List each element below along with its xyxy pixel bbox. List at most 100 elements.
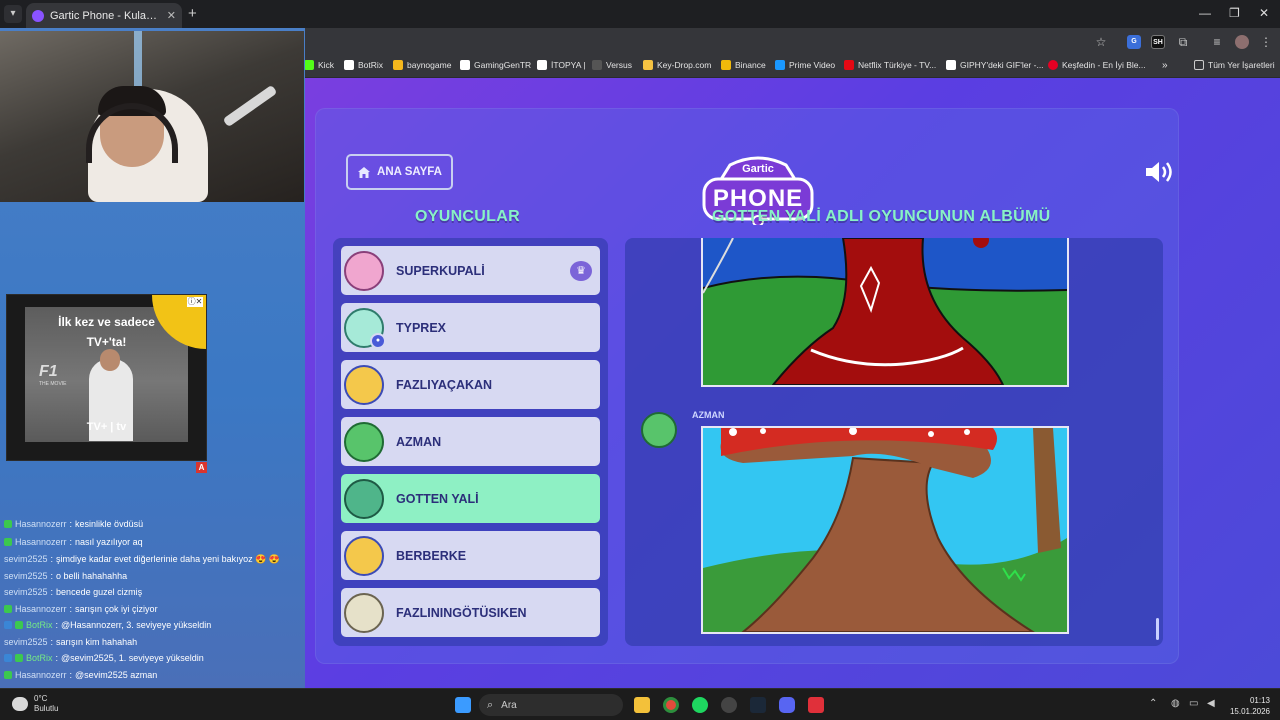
sound-button[interactable]: [1144, 159, 1176, 185]
chrome-icon[interactable]: [663, 697, 679, 713]
bookmark-item[interactable]: Binance: [721, 60, 766, 70]
player-name: GOTTEN YALİ: [396, 491, 479, 506]
chat-username: sevim2525: [4, 554, 48, 564]
player-item[interactable]: FAZLIYAÇAKAN: [341, 360, 600, 409]
tab-search-icon[interactable]: ▾: [4, 5, 22, 23]
windows-start-icon[interactable]: [455, 697, 471, 713]
player-item[interactable]: ● TYPREX: [341, 303, 600, 352]
restore-icon[interactable]: ❐: [1229, 6, 1240, 20]
bookmark-label: baynogame: [407, 60, 452, 70]
chat-message: Hasannozerr: @sevim2525 azman: [4, 667, 157, 683]
weather-temp: 0°C: [34, 694, 48, 703]
game-viewport: ANA SAYFA Gartic PHONE OYUNCULAR GOTTEN …: [305, 78, 1280, 688]
bookmark-item[interactable]: Keşfedin - En İyi Ble...: [1048, 60, 1146, 70]
players-list: SUPERKUPALİ ♛ ● TYPREX FAZLIYAÇAKAN AZMA…: [333, 238, 608, 646]
bookmark-label: Versus: [606, 60, 632, 70]
cloud-icon: [12, 697, 28, 711]
volume-icon[interactable]: ◀: [1207, 698, 1215, 709]
extension-icon[interactable]: SH: [1151, 35, 1165, 49]
ad-badge: A: [196, 462, 207, 473]
bookmark-item[interactable]: GIPHY'deki GIF'ler -...: [946, 60, 1044, 70]
spectator-icon: ●: [370, 332, 386, 349]
all-bookmarks-label: Tüm Yer İşaretleri: [1208, 60, 1275, 70]
taskbar-clock[interactable]: 01:13 15.01.2026: [1226, 695, 1270, 717]
chat-text: bencede guzel cizmiş: [56, 587, 143, 597]
more-menu-icon[interactable]: ⋮: [1259, 35, 1273, 49]
bookmark-item[interactable]: Netflix Türkiye - TV...: [844, 60, 936, 70]
bookmark-star-icon[interactable]: ☆: [1094, 35, 1108, 49]
steam-icon[interactable]: [750, 697, 766, 713]
chat-badge-icon: [4, 605, 12, 613]
weather-text: 0°C Bulutlu: [34, 694, 58, 714]
bookmark-item[interactable]: Prime Video: [775, 60, 835, 70]
weather-widget[interactable]: 0°C Bulutlu: [12, 694, 58, 714]
album-viewer[interactable]: AZMAN: [625, 238, 1163, 646]
player-item[interactable]: GOTTEN YALİ: [341, 474, 600, 523]
puzzle-extensions-icon[interactable]: ⧉: [1176, 35, 1190, 49]
bookmark-label: GamingGenTR: [474, 60, 532, 70]
chat-separator: :: [50, 637, 54, 647]
bookmarks-overflow-button[interactable]: »: [1162, 60, 1168, 71]
luchador-avatar-icon: [344, 364, 384, 405]
player-name: BERBERKE: [396, 548, 467, 563]
bookmark-item[interactable]: GamingGenTR: [460, 60, 531, 70]
pig-avatar-icon: [344, 250, 384, 291]
chat-separator: :: [50, 587, 54, 597]
chat-separator: :: [69, 604, 73, 614]
bookmark-label: Binance: [735, 60, 766, 70]
microphone-icon[interactable]: ◍: [1171, 698, 1180, 709]
all-bookmarks-folder[interactable]: Tüm Yer İşaretleri: [1194, 60, 1275, 70]
bookmark-favicon-icon: [1048, 60, 1058, 70]
bookmark-item[interactable]: Kick: [304, 60, 334, 70]
advertisement[interactable]: İlk kez ve sadece TV+'ta! F1 THE MOVIE T…: [6, 294, 207, 461]
taskbar-search[interactable]: ⌕ Ara: [479, 694, 623, 716]
player-item[interactable]: AZMAN: [341, 417, 600, 466]
player-name: TYPREX: [396, 320, 447, 335]
translate-extension-icon[interactable]: G: [1127, 35, 1141, 49]
bookmark-label: Key-Drop.com: [657, 60, 712, 70]
bookmark-favicon-icon: [393, 60, 403, 70]
profile-avatar-icon[interactable]: [1235, 35, 1249, 49]
chat-text: sarışın kim hahahah: [56, 637, 138, 647]
minimize-icon[interactable]: —: [1199, 6, 1211, 20]
bookmark-item[interactable]: İTOPYA |: [537, 60, 586, 70]
bookmark-label: Keşfedin - En İyi Ble...: [1062, 60, 1146, 70]
bookmark-item[interactable]: Versus: [592, 60, 632, 70]
ad-driver-head: [100, 349, 120, 371]
chat-message: sevim2525: bencede guzel cizmiş: [4, 584, 142, 600]
album-drawing: [701, 238, 1069, 387]
tab-title: Gartic Phone - Kulaktan Kulağa: [50, 9, 161, 22]
chat-username: Hasannozerr: [15, 537, 67, 547]
bookmark-item[interactable]: baynogame: [393, 60, 451, 70]
browser-tab[interactable]: Gartic Phone - Kulaktan Kulağa ✕: [26, 3, 182, 28]
close-tab-icon[interactable]: ✕: [167, 9, 176, 22]
home-button[interactable]: ANA SAYFA: [346, 154, 453, 190]
reading-list-icon[interactable]: ≡: [1210, 35, 1224, 49]
network-icon[interactable]: ▭: [1189, 698, 1198, 709]
ad-subheadline: TV+'ta!: [86, 335, 127, 349]
chat-badge-icon: [15, 654, 23, 662]
player-item[interactable]: FAZLININGÖTÜSIKEN: [341, 588, 600, 637]
bookmark-item[interactable]: BotRix: [344, 60, 383, 70]
player-item[interactable]: BERBERKE: [341, 531, 600, 580]
ad-info-icon[interactable]: ⓘ✕: [187, 297, 203, 307]
obs-icon[interactable]: [721, 697, 737, 713]
album-title: GOTTEN YALİ ADLI OYUNCUNUN ALBÜMÜ: [712, 208, 1051, 225]
new-tab-icon[interactable]: +: [188, 5, 197, 23]
discord-icon[interactable]: [779, 697, 795, 713]
chat-text: @sevim2525, 1. seviyeye yükseldin: [61, 653, 204, 663]
bookmark-favicon-icon: [344, 60, 354, 70]
close-window-icon[interactable]: ✕: [1259, 6, 1269, 20]
bookmark-label: Kick: [318, 60, 335, 70]
app-icon[interactable]: [808, 697, 824, 713]
ring-light: [134, 31, 142, 91]
player-item[interactable]: SUPERKUPALİ ♛: [341, 246, 600, 295]
file-explorer-icon[interactable]: [634, 697, 650, 713]
logo-top-text: Gartic: [742, 163, 774, 175]
bookmark-favicon-icon: [844, 60, 854, 70]
chat-text: kesinlikle övdüsü: [75, 520, 144, 529]
tray-overflow-icon[interactable]: ⌃: [1149, 698, 1157, 709]
bookmark-item[interactable]: Key-Drop.com: [643, 60, 711, 70]
spotify-icon[interactable]: [692, 697, 708, 713]
album-scrollbar[interactable]: [1156, 618, 1159, 640]
